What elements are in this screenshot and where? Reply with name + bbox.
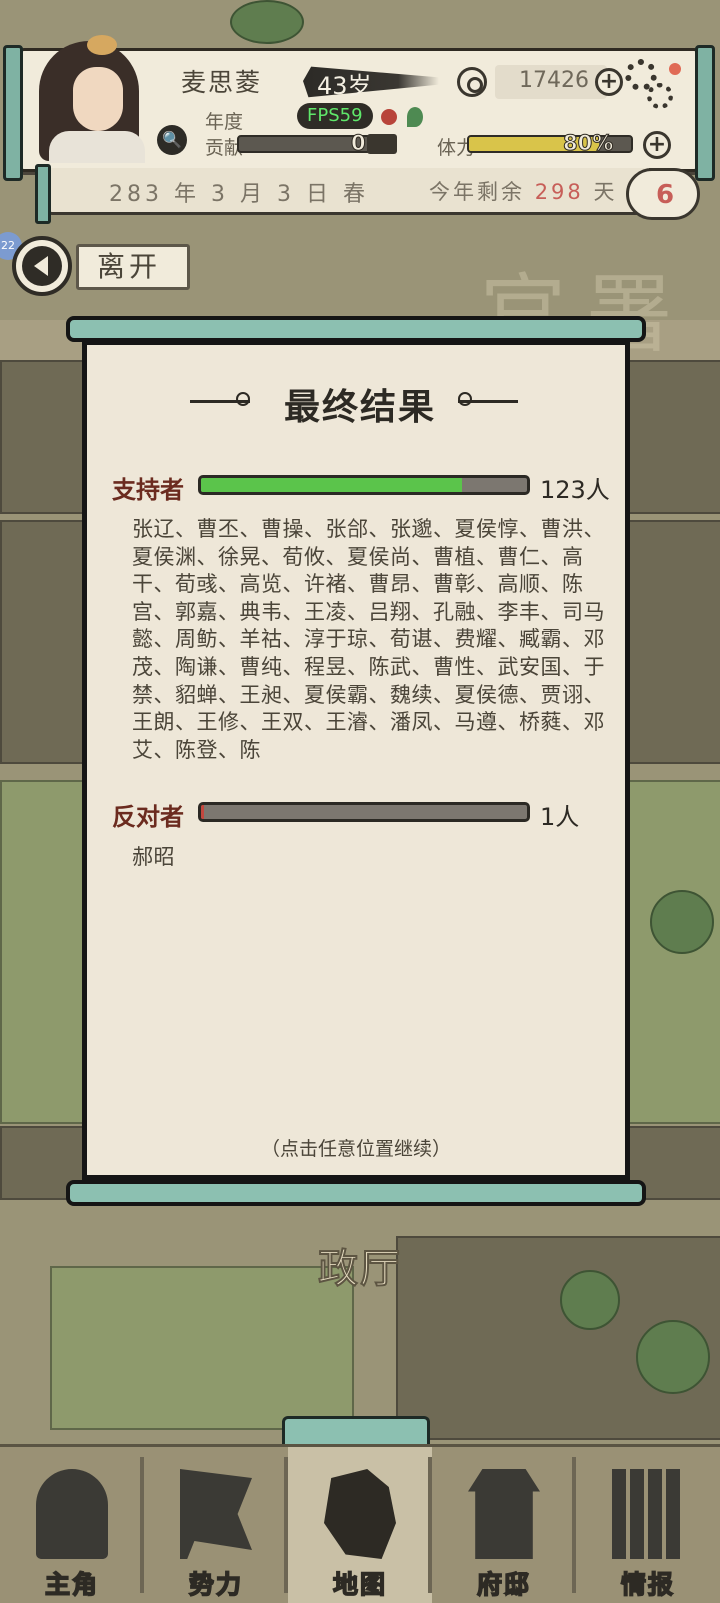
scroll-icon — [612, 1469, 684, 1559]
dialog-title: 最终结果 — [283, 387, 436, 428]
contribution-bar-end — [367, 134, 397, 154]
remaining-days: 今年剩余 298 天 — [429, 176, 617, 206]
back-arrow-icon[interactable] — [12, 236, 72, 296]
map-icon — [324, 1469, 396, 1559]
continue-hint: （点击任意位置继续） — [260, 1138, 451, 1160]
nav-intel[interactable]: 情报 — [576, 1447, 720, 1603]
map-tree — [560, 1270, 620, 1330]
player-name: 麦思菱 — [181, 68, 263, 97]
notification-dot — [669, 63, 681, 75]
opponents-label: 反对者 — [112, 803, 184, 831]
scroll-rod — [3, 45, 23, 181]
nav-intel-label: 情报 — [620, 1569, 675, 1600]
opponents-count: 1人 — [540, 803, 580, 831]
supporters-label: 支持者 — [112, 476, 184, 504]
player-age: 43岁 — [317, 72, 372, 100]
nav-mansion-label: 府邸 — [476, 1569, 531, 1600]
map-hall-label[interactable]: 政厅 — [317, 1236, 402, 1294]
settings-gear-icon[interactable] — [625, 59, 681, 111]
add-stamina-plus-icon[interactable]: + — [643, 131, 671, 159]
nav-hero[interactable]: 主角 — [0, 1447, 144, 1603]
date-bar: 283 年 3 月 3 日 春 今年剩余 298 天 — [35, 164, 652, 224]
opponents-names: 郝昭 — [132, 845, 175, 869]
map-tree — [650, 890, 714, 954]
supporters-bar — [198, 475, 530, 495]
bottom-nav: 主角 势力 地图 府邸 情报 — [0, 1444, 720, 1603]
title-ornament-knot — [458, 392, 472, 406]
fps-counter: FPS59 — [297, 103, 373, 129]
scroll-rod — [695, 45, 715, 181]
nav-mansion[interactable]: 府邸 — [432, 1447, 576, 1603]
title-ornament-right — [458, 400, 518, 403]
map-tree — [230, 0, 304, 44]
nav-map-label: 地图 — [332, 1569, 387, 1600]
opponents-bar — [198, 802, 530, 822]
year-label: 年度 — [205, 111, 244, 133]
map-tree — [636, 1320, 710, 1394]
supporters-names: 张辽、曹丕、曹操、张郃、张邈、夏侯惇、曹洪、夏侯渊、徐晃、荀攸、夏侯尚、曹植、曹… — [132, 517, 605, 762]
nav-faction[interactable]: 势力 — [144, 1447, 288, 1603]
contribution-value: 0 — [351, 131, 367, 156]
leave-button[interactable]: 离开 — [76, 244, 190, 290]
stamina-value: 80% — [562, 131, 614, 156]
hero-icon — [36, 1469, 108, 1559]
remaining-suffix: 天 — [593, 180, 618, 204]
mansion-icon — [468, 1469, 540, 1559]
scroll-bottom-rod — [66, 1180, 646, 1206]
flag-icon — [180, 1469, 252, 1559]
leaf-icon — [407, 107, 423, 127]
scroll-rod — [35, 164, 51, 224]
copper-coin-icon — [457, 67, 487, 97]
game-date: 283 年 3 月 3 日 春 — [109, 182, 369, 207]
opponents-bar-fill — [201, 805, 204, 819]
apple-icon — [381, 109, 397, 125]
money-value: 17426 — [519, 68, 589, 93]
remaining-prefix: 今年剩余 — [429, 180, 525, 204]
map-courtyard — [50, 1266, 354, 1430]
nav-map[interactable]: 地图 — [288, 1447, 432, 1603]
player-header: 🔍 麦思菱 43岁 17426 + 年度 贡献 FPS59 0 体力 80% + — [3, 35, 715, 181]
nav-faction-label: 势力 — [188, 1569, 243, 1600]
supporters-bar-fill — [201, 478, 462, 492]
remaining-days-number: 298 — [534, 180, 584, 204]
cloud-badge-count: 6 — [656, 180, 675, 210]
nav-hero-label: 主角 — [44, 1569, 99, 1600]
avatar[interactable] — [29, 27, 149, 163]
scroll-top-rod — [66, 316, 646, 342]
add-money-plus-icon[interactable]: + — [595, 68, 623, 96]
search-icon[interactable]: 🔍 — [157, 125, 187, 155]
supporters-count: 123人 — [540, 476, 610, 504]
